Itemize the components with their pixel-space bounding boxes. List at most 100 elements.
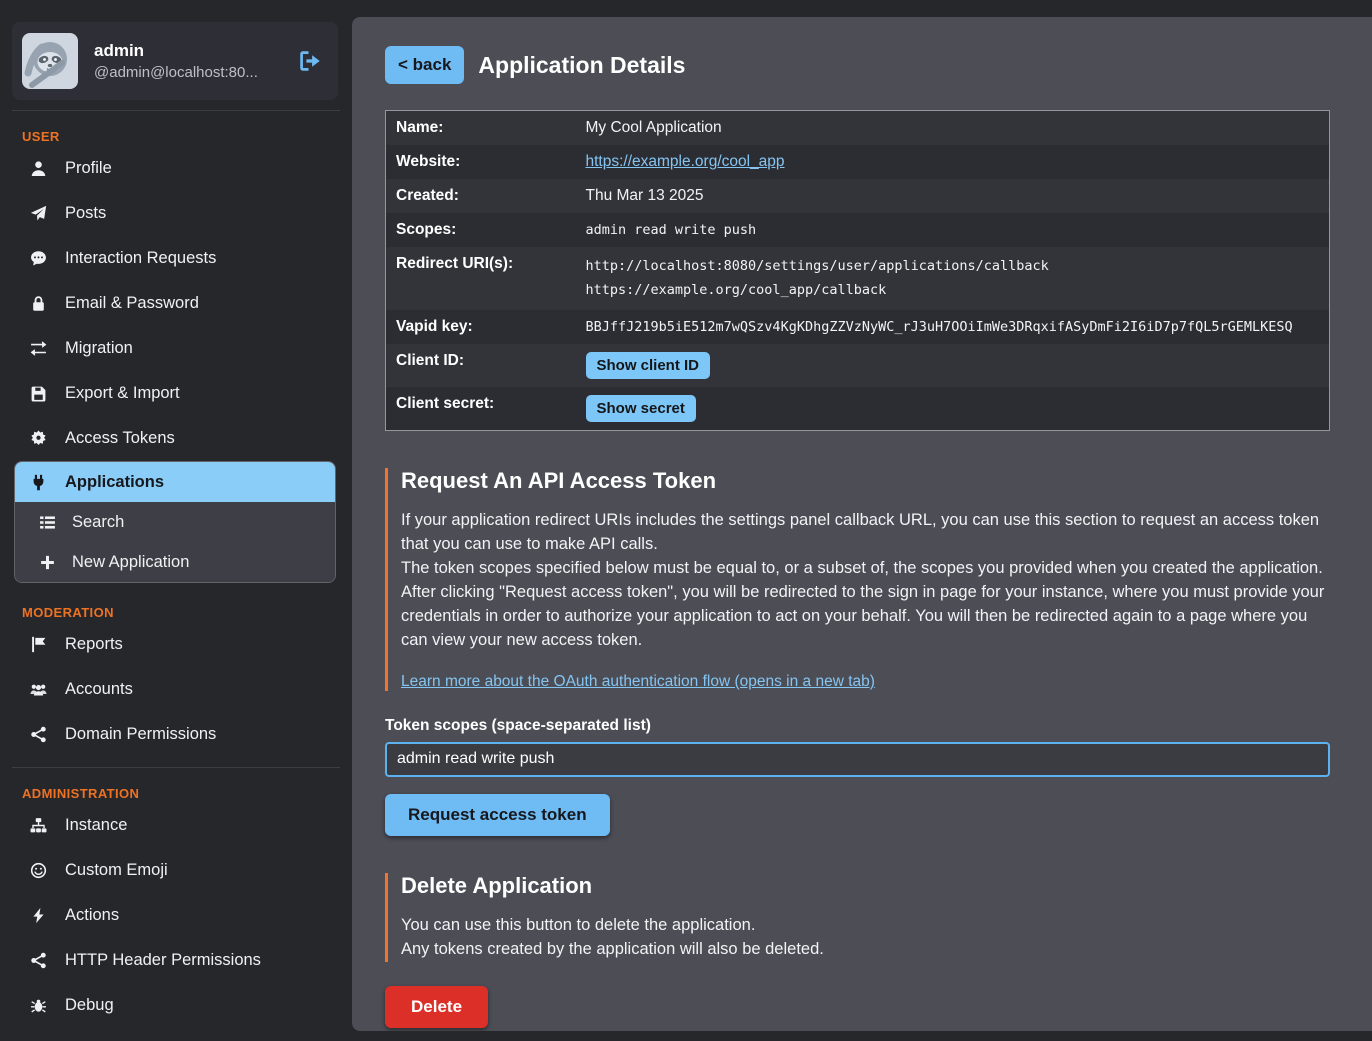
row-value: BBJffJ219b5iE512m7wQSzv4KgKDhgZZVzNyWC_r… <box>576 310 1330 344</box>
save-icon <box>30 385 47 402</box>
row-label: Created: <box>386 179 576 213</box>
bolt-icon <box>30 907 47 924</box>
table-row-scopes: Scopes: admin read write push <box>386 213 1330 247</box>
sidebar-item-export-import[interactable]: Export & Import <box>0 371 352 416</box>
table-row-created: Created: Thu Mar 13 2025 <box>386 179 1330 213</box>
sidebar-item-applications-search[interactable]: Search <box>15 502 335 542</box>
sign-out-icon[interactable] <box>298 49 322 73</box>
row-value: My Cool Application <box>576 111 1330 146</box>
section-paragraph: You can use this button to delete the ap… <box>401 914 1330 938</box>
sidebar-item-new-application[interactable]: New Application <box>15 542 335 582</box>
user-meta: admin @admin@localhost:80... <box>94 41 282 81</box>
website-link[interactable]: https://example.org/cool_app <box>586 153 785 170</box>
sidebar-item-label: Accounts <box>65 680 133 699</box>
sidebar-item-migration[interactable]: Migration <box>0 326 352 371</box>
row-label: Vapid key: <box>386 310 576 344</box>
application-details-table: Name: My Cool Application Website: https… <box>385 110 1330 431</box>
share-nodes-icon <box>30 726 47 743</box>
sidebar-item-email-password[interactable]: Email & Password <box>0 281 352 326</box>
oauth-docs-link[interactable]: Learn more about the OAuth authenticatio… <box>401 673 875 691</box>
sidebar-item-label: Domain Permissions <box>65 725 216 744</box>
row-label: Redirect URI(s): <box>386 247 576 310</box>
paper-plane-icon <box>30 205 47 222</box>
sidebar-divider <box>12 767 340 768</box>
exchange-arrows-icon <box>30 340 47 357</box>
page-title: Application Details <box>478 52 685 79</box>
sidebar-item-label: Profile <box>65 159 112 178</box>
user-name: admin <box>94 41 282 61</box>
user-icon <box>30 160 47 177</box>
sidebar-item-label: Instance <box>65 816 127 835</box>
sidebar-item-posts[interactable]: Posts <box>0 191 352 236</box>
sidebar-item-http-header-permissions[interactable]: HTTP Header Permissions <box>0 938 352 983</box>
token-scopes-label: Token scopes (space-separated list) <box>385 717 1330 735</box>
row-value: Thu Mar 13 2025 <box>576 179 1330 213</box>
row-label: Name: <box>386 111 576 146</box>
row-label: Client ID: <box>386 344 576 387</box>
sidebar-item-label: Reports <box>65 635 123 654</box>
request-token-section-body: Request An API Access Token If your appl… <box>385 468 1330 691</box>
table-row-redirect-uris: Redirect URI(s): http://localhost:8080/s… <box>386 247 1330 310</box>
show-client-id-button[interactable]: Show client ID <box>586 352 711 379</box>
smile-icon <box>30 862 47 879</box>
section-title: Delete Application <box>401 873 1330 899</box>
sidebar-item-interaction-requests[interactable]: Interaction Requests <box>0 236 352 281</box>
section-header-moderation: MODERATION <box>0 597 352 622</box>
row-label: Scopes: <box>386 213 576 247</box>
section-paragraph: After clicking "Request access token", y… <box>401 581 1330 653</box>
page-header: < back Application Details <box>385 46 1330 84</box>
sidebar-item-label: Posts <box>65 204 106 223</box>
sidebar-item-debug[interactable]: Debug <box>0 983 352 1028</box>
flag-icon <box>30 636 47 653</box>
sidebar-item-access-tokens[interactable]: Access Tokens <box>0 416 352 461</box>
sidebar-item-label: Debug <box>65 996 114 1015</box>
main-panel: < back Application Details Name: My Cool… <box>352 17 1372 1031</box>
sidebar-item-instance[interactable]: Instance <box>0 803 352 848</box>
delete-section-body: Delete Application You can use this butt… <box>385 873 1330 962</box>
sidebar-item-reports[interactable]: Reports <box>0 622 352 667</box>
row-label: Client secret: <box>386 387 576 431</box>
token-scopes-input[interactable] <box>385 742 1330 777</box>
back-button[interactable]: < back <box>385 46 464 84</box>
section-header-user: USER <box>0 121 352 146</box>
avatar <box>22 33 78 89</box>
sidebar-item-accounts[interactable]: Accounts <box>0 667 352 712</box>
sidebar-item-label: Email & Password <box>65 294 199 313</box>
user-card[interactable]: admin @admin@localhost:80... <box>12 22 338 100</box>
section-header-administration: ADMINISTRATION <box>0 778 352 803</box>
certificate-icon <box>30 430 47 447</box>
request-access-token-button[interactable]: Request access token <box>385 794 610 836</box>
sidebar-divider <box>12 110 340 111</box>
redirect-uri: https://example.org/cool_app/callback <box>586 279 1320 303</box>
sidebar-item-profile[interactable]: Profile <box>0 146 352 191</box>
section-paragraph: The token scopes specified below must be… <box>401 557 1330 581</box>
sidebar-item-domain-permissions[interactable]: Domain Permissions <box>0 712 352 757</box>
sidebar-item-label: HTTP Header Permissions <box>65 951 261 970</box>
section-paragraph: If your application redirect URIs includ… <box>401 509 1330 557</box>
sidebar-item-actions[interactable]: Actions <box>0 893 352 938</box>
show-secret-button[interactable]: Show secret <box>586 395 696 422</box>
table-row-name: Name: My Cool Application <box>386 111 1330 146</box>
section-title: Request An API Access Token <box>401 468 1330 494</box>
sidebar-item-label: Access Tokens <box>65 429 175 448</box>
table-row-client-id: Client ID: Show client ID <box>386 344 1330 387</box>
sitemap-icon <box>30 817 47 834</box>
sidebar-item-label: Applications <box>65 473 164 492</box>
request-token-section: Request An API Access Token If your appl… <box>385 468 1330 836</box>
plus-icon <box>39 554 56 571</box>
sidebar-item-custom-emoji[interactable]: Custom Emoji <box>0 848 352 893</box>
list-icon <box>39 514 56 531</box>
bug-icon <box>30 997 47 1014</box>
sidebar-item-applications[interactable]: Applications <box>15 462 335 502</box>
sidebar-item-label: Search <box>72 513 124 532</box>
lock-icon <box>30 295 47 312</box>
sidebar: admin @admin@localhost:80... USER Profil… <box>0 0 352 1041</box>
table-row-client-secret: Client secret: Show secret <box>386 387 1330 431</box>
sidebar-item-label: Actions <box>65 906 119 925</box>
delete-button[interactable]: Delete <box>385 986 488 1028</box>
table-row-website: Website: https://example.org/cool_app <box>386 145 1330 179</box>
applications-group: Applications Search New Application <box>14 461 336 583</box>
row-label: Website: <box>386 145 576 179</box>
delete-application-section: Delete Application You can use this butt… <box>385 873 1330 1028</box>
table-row-vapid-key: Vapid key: BBJffJ219b5iE512m7wQSzv4KgKDh… <box>386 310 1330 344</box>
